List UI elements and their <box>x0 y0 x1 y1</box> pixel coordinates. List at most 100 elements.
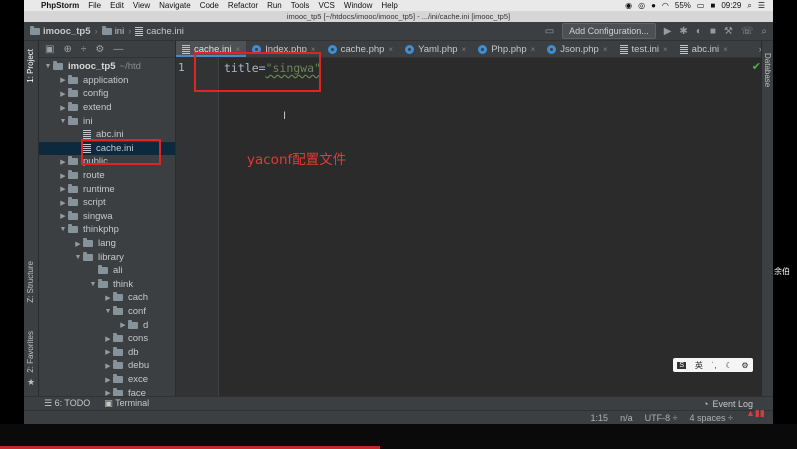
chevron-right-icon[interactable]: ▶ <box>58 212 68 220</box>
ime-settings-icon[interactable]: ⚙ <box>741 361 748 370</box>
chevron-right-icon[interactable]: ▶ <box>103 376 113 384</box>
code-editor[interactable]: 1 title="singwa" I ✔ <box>176 58 773 396</box>
moon-icon[interactable]: ☾ <box>725 361 732 370</box>
tree-folder-item[interactable]: ali <box>39 264 175 278</box>
line-gutter[interactable]: 1 <box>176 58 219 396</box>
battery-level[interactable]: 55% <box>675 1 691 10</box>
tree-folder-item[interactable]: ▶ d <box>39 318 175 332</box>
spotlight-icon[interactable]: ⌕ <box>747 1 751 11</box>
tree-folder-item[interactable]: ▼ thinkphp <box>39 223 175 237</box>
tree-folder-item[interactable]: ▶ db <box>39 346 175 360</box>
editor-tab[interactable]: cache.php × <box>322 41 400 57</box>
tree-folder-item[interactable]: ▼ library <box>39 250 175 264</box>
phone-listen-icon[interactable]: ☏ <box>741 26 754 37</box>
debug-icon[interactable]: ✱ <box>679 26 687 37</box>
tab-todo[interactable]: ☰ 6: TODO <box>44 398 90 409</box>
breadcrumb-ini[interactable]: ini <box>101 25 124 37</box>
chevron-right-icon[interactable]: ▶ <box>103 335 113 343</box>
tree-folder-item[interactable]: ▼ imooc_tp5 ~/htd <box>39 60 175 74</box>
menu-tools[interactable]: Tools <box>291 1 310 10</box>
chevron-right-icon[interactable]: ▶ <box>58 185 68 193</box>
tree-folder-item[interactable]: ▶ cach <box>39 291 175 305</box>
battery-icon[interactable]: ▭ <box>697 1 705 10</box>
inspection-ok-icon[interactable]: ✔ <box>752 60 761 73</box>
gear-icon[interactable]: ⚙ <box>95 44 104 55</box>
menu-code[interactable]: Code <box>200 1 219 10</box>
breadcrumb-file[interactable]: cache.ini <box>135 26 184 37</box>
stop-icon[interactable]: ■ <box>710 26 716 37</box>
tree-folder-item[interactable]: ▶ application <box>39 74 175 88</box>
breadcrumb-project[interactable]: imooc_tp5 <box>30 25 91 37</box>
file-encoding[interactable]: UTF-8 ÷ <box>645 413 678 423</box>
chevron-down-icon[interactable]: ▼ <box>103 308 113 315</box>
chevron-down-icon[interactable]: ▼ <box>43 63 53 70</box>
tab-event-log[interactable]: ◔ Event Log <box>703 399 773 409</box>
menu-help[interactable]: Help <box>381 1 397 10</box>
indent-setting[interactable]: 4 spaces ÷ <box>690 413 733 423</box>
collapse-icon[interactable]: ÷ <box>81 44 87 55</box>
chevron-right-icon[interactable]: ▶ <box>103 389 113 396</box>
menu-file[interactable]: File <box>88 1 101 10</box>
status-icon-c[interactable]: ● <box>651 1 656 10</box>
chevron-right-icon[interactable]: ▶ <box>58 158 68 166</box>
chevron-right-icon[interactable]: ▶ <box>58 90 68 98</box>
hide-icon[interactable]: — <box>113 44 123 55</box>
status-icon-b[interactable]: ◎ <box>638 1 645 10</box>
hierarchy-icon[interactable]: ▭ <box>545 26 554 37</box>
status-icon-a[interactable]: ◉ <box>625 1 632 10</box>
tree-folder-item[interactable]: ▶ cons <box>39 332 175 346</box>
editor-tab[interactable]: Yaml.php × <box>399 41 472 57</box>
editor-tab[interactable]: Php.php × <box>472 41 541 57</box>
tree-folder-item[interactable]: ▶ script <box>39 196 175 210</box>
menu-run[interactable]: Run <box>267 1 282 10</box>
caret-position[interactable]: 1:15 <box>591 413 609 423</box>
line-separator-status[interactable]: n/a <box>620 413 633 423</box>
chevron-down-icon[interactable]: ▼ <box>88 281 98 288</box>
chevron-right-icon[interactable]: ▶ <box>103 348 113 356</box>
chevron-down-icon[interactable]: ▼ <box>73 254 83 261</box>
chevron-right-icon[interactable]: ▶ <box>58 104 68 112</box>
flag-icon[interactable]: ■ <box>710 1 715 10</box>
panel-mode-icon[interactable]: ▣ <box>45 44 54 55</box>
chevron-right-icon[interactable]: ▶ <box>103 294 113 302</box>
close-icon[interactable]: × <box>531 45 536 54</box>
tree-folder-item[interactable]: ▼ conf <box>39 305 175 319</box>
chevron-right-icon[interactable]: ▶ <box>118 321 128 329</box>
menu-vcs[interactable]: VCS <box>318 1 334 10</box>
tree-folder-item[interactable]: ▶ debu <box>39 359 175 373</box>
notification-icon[interactable]: ☰ <box>758 1 765 10</box>
tree-folder-item[interactable]: ▼ think <box>39 278 175 292</box>
close-icon[interactable]: × <box>723 45 728 54</box>
tree-folder-item[interactable]: ▶ extend <box>39 101 175 115</box>
tree-folder-item[interactable]: ▶ config <box>39 87 175 101</box>
target-icon[interactable]: ⊕ <box>63 44 71 55</box>
close-icon[interactable]: × <box>663 45 668 54</box>
chevron-down-icon[interactable]: ▼ <box>58 118 68 125</box>
close-icon[interactable]: × <box>603 45 608 54</box>
tree-folder-item[interactable]: ▶ lang <box>39 237 175 251</box>
clock-time[interactable]: 09:29 <box>721 1 741 10</box>
tree-folder-item[interactable]: ▼ ini <box>39 114 175 128</box>
build-icon[interactable]: ⚒ <box>724 26 733 37</box>
tree-folder-item[interactable]: ▶ face <box>39 386 175 396</box>
star-icon[interactable]: ★ <box>27 377 35 388</box>
menu-edit[interactable]: Edit <box>110 1 124 10</box>
run-icon[interactable]: ▶ <box>664 26 672 37</box>
menu-app-name[interactable]: PhpStorm <box>41 1 79 10</box>
ime-lang[interactable]: 英 <box>695 360 703 371</box>
chevron-right-icon[interactable]: ▶ <box>58 199 68 207</box>
close-icon[interactable]: × <box>388 45 393 54</box>
menu-refactor[interactable]: Refactor <box>228 1 258 10</box>
chevron-down-icon[interactable]: ▼ <box>58 226 68 233</box>
chevron-right-icon[interactable]: ▶ <box>58 172 68 180</box>
search-everywhere-icon[interactable]: ⌕ <box>761 26 767 37</box>
add-configuration-button[interactable]: Add Configuration... <box>562 23 656 39</box>
close-icon[interactable]: × <box>462 45 467 54</box>
tree-folder-item[interactable]: ▶ runtime <box>39 182 175 196</box>
tab-favorites-tool[interactable]: 2: Favorites <box>26 331 35 373</box>
tree-folder-item[interactable]: ▶ route <box>39 169 175 183</box>
tree-folder-item[interactable]: ▶ exce <box>39 373 175 387</box>
tree-folder-item[interactable]: ▶ singwa <box>39 210 175 224</box>
menu-view[interactable]: View <box>133 1 150 10</box>
tab-terminal[interactable]: ▣ Terminal <box>104 398 149 409</box>
